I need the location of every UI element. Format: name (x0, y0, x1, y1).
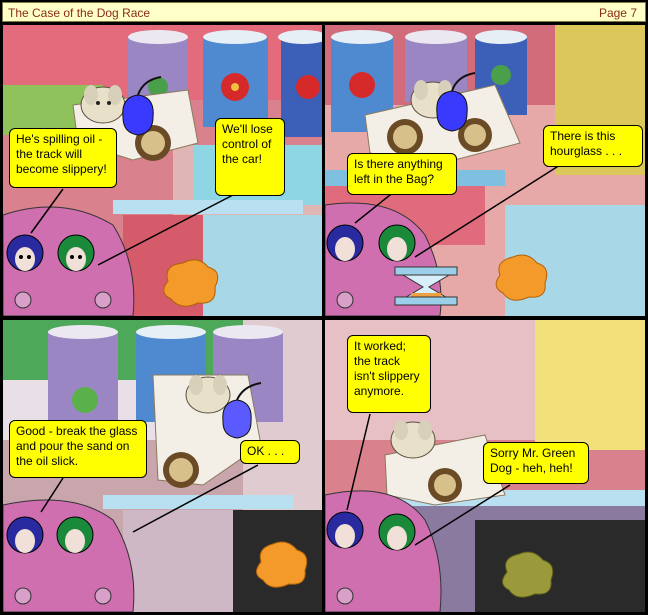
comic-page: The Case of the Dog Race Page 7 He's spi… (0, 0, 648, 615)
panel-1: He's spilling oil - the track will becom… (3, 25, 322, 316)
panel-4: It worked; the track isn't slippery anym… (325, 320, 645, 612)
panel-3: Good - break the glass and pour the sand… (3, 320, 322, 612)
green-dog-character (56, 516, 94, 554)
blue-dog-character (326, 511, 364, 549)
speech-bubble: Is there anything left in the Bag? (347, 153, 457, 195)
green-dog-character (378, 224, 416, 262)
speech-bubble: We'll lose control of the car! (215, 118, 285, 196)
panel-2: Is there anything left in the Bag? There… (325, 25, 645, 316)
blue-dog-character (326, 224, 364, 262)
speech-bubble: It worked; the track isn't slippery anym… (347, 335, 431, 413)
blue-dog-character (6, 516, 44, 554)
speech-bubble: There is this hourglass . . . (543, 125, 643, 167)
speech-bubble: OK . . . (240, 440, 300, 464)
speech-bubble: Sorry Mr. Green Dog - heh, heh! (483, 442, 589, 484)
comic-title: The Case of the Dog Race (8, 6, 151, 20)
speech-bubble: Good - break the glass and pour the sand… (9, 420, 147, 478)
page-number: Page 7 (598, 6, 637, 20)
speech-bubble: He's spilling oil - the track will becom… (9, 128, 117, 188)
green-dog-character (57, 234, 95, 272)
page-header: The Case of the Dog Race Page 7 (2, 2, 646, 22)
green-dog-character (378, 513, 416, 551)
blue-dog-character (6, 234, 44, 272)
paper-cup-2 (203, 30, 268, 127)
